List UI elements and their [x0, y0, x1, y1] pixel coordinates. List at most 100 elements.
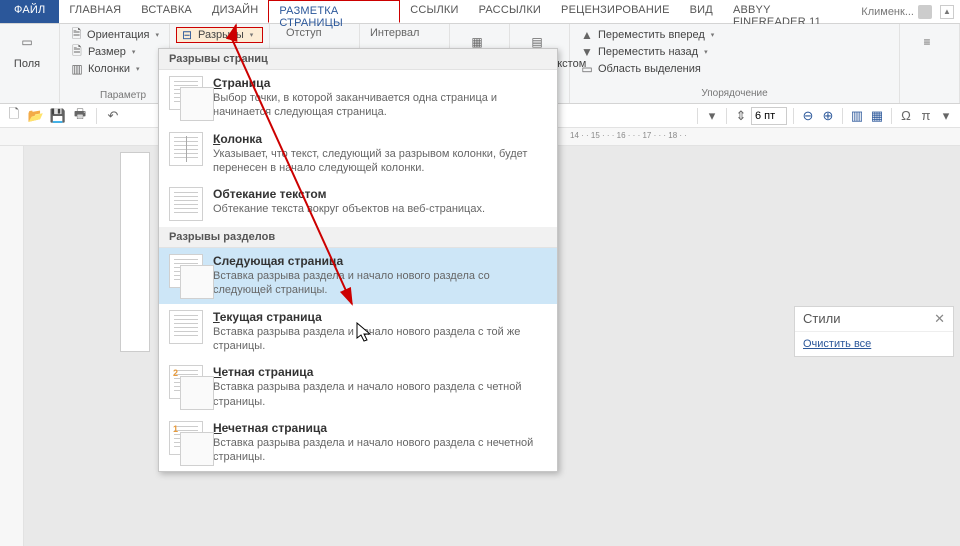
ribbon-collapse-icon[interactable]: ▲	[940, 5, 954, 19]
document-page[interactable]	[120, 152, 150, 352]
margins-icon: ▭	[13, 28, 41, 56]
styles-close-icon[interactable]: ✕	[934, 311, 945, 327]
styles-title-label: Стили	[803, 311, 840, 327]
dd-column-icon	[169, 132, 203, 166]
dd-textwrap-desc: Обтекание текста вокруг объектов на веб-…	[213, 202, 485, 216]
tab-file[interactable]: ФАЙЛ	[0, 0, 59, 23]
dd-nextpage-title: Следующая страница	[213, 254, 547, 268]
breaks-dropdown: Разрывы страниц Страница Выбор точки, в …	[158, 48, 558, 472]
avatar-icon	[918, 5, 932, 19]
ruler-ticks-label: 14 · · 15 · · · 16 · · · 17 · · · 18 · ·	[570, 131, 960, 143]
dd-page-desc: Выбор точки, в которой заканчивается одн…	[213, 91, 547, 120]
qat-zoom-out-icon[interactable]: ⊖	[800, 108, 816, 124]
margins-label: Поля	[14, 58, 40, 70]
bring-forward-label: Переместить вперед	[598, 29, 705, 41]
dd-section-page-breaks: Разрывы страниц	[159, 49, 557, 70]
spacing-before-icon: ⇕	[733, 108, 749, 124]
columns-icon: ▥	[70, 62, 84, 76]
qat-omega-icon[interactable]: Ω	[898, 108, 914, 124]
dd-column-title: Колонка	[213, 132, 547, 146]
send-backward-label: Переместить назад	[598, 46, 698, 58]
qat-separator-3	[726, 108, 727, 124]
tab-abbyy[interactable]: ABBYY FineReader 11	[723, 0, 855, 23]
dd-nextpage-icon	[169, 254, 203, 288]
styles-pane: Стили ✕ Очистить все	[794, 306, 954, 357]
qat-save-icon[interactable]: 💾	[50, 108, 66, 124]
dd-evenpage-icon: 2	[169, 365, 203, 399]
arrange-group-label: Упорядочение	[576, 88, 893, 101]
dd-continuous-icon	[169, 310, 203, 344]
align-button[interactable]: ≡	[906, 27, 948, 57]
qat-separator	[96, 108, 97, 124]
qat-separator-6	[891, 108, 892, 124]
dd-item-next-page[interactable]: Следующая страница Вставка разрыва разде…	[159, 248, 557, 304]
styles-clear-all-link[interactable]: Очистить все	[795, 332, 953, 356]
selection-pane-icon: ▭	[580, 62, 594, 76]
qat-print-icon[interactable]: 🖶	[72, 108, 88, 124]
tab-review[interactable]: РЕЦЕНЗИРОВАНИЕ	[551, 0, 680, 23]
vertical-ruler	[0, 146, 24, 546]
tab-insert[interactable]: ВСТАВКА	[131, 0, 202, 23]
selection-pane-button[interactable]: ▭ Область выделения	[576, 61, 893, 77]
size-button[interactable]: 🗎 Размер▾	[66, 44, 163, 60]
breaks-button[interactable]: ⊟ Разрывы▾	[176, 27, 263, 43]
page-setup-group-label: Параметр	[100, 90, 146, 101]
columns-button[interactable]: ▥ Колонки▾	[66, 61, 163, 77]
margins-button[interactable]: ▭ Поля	[6, 27, 48, 71]
user-name-label: Клименк...	[861, 6, 914, 18]
dd-oddpage-icon: 1	[169, 421, 203, 455]
dd-oddpage-desc: Вставка разрыва раздела и начало нового …	[213, 436, 547, 465]
qat-pi-icon[interactable]: π	[918, 108, 934, 124]
tab-design[interactable]: ДИЗАЙН	[202, 0, 268, 23]
dd-textwrap-icon	[169, 187, 203, 221]
tab-page-layout[interactable]: РАЗМЕТКА СТРАНИЦЫ	[268, 0, 400, 23]
selection-pane-label: Область выделения	[598, 63, 701, 75]
spacing-before-input[interactable]	[751, 107, 787, 125]
dd-continuous-title: Текущая страница	[213, 310, 547, 324]
dd-item-even-page[interactable]: 2 Четная страница Вставка разрыва раздел…	[159, 359, 557, 415]
size-label: Размер	[88, 46, 126, 58]
tab-references[interactable]: ССЫЛКИ	[400, 0, 468, 23]
spacing-group-label: Интервал	[366, 27, 443, 39]
dd-textwrap-title: Обтекание текстом	[213, 187, 485, 201]
qat-separator-4	[793, 108, 794, 124]
qat-separator-5	[842, 108, 843, 124]
qat-view2-icon[interactable]: ▦	[869, 108, 885, 124]
columns-label: Колонки	[88, 63, 130, 75]
dd-evenpage-title: Четная страница	[213, 365, 547, 379]
bring-forward-button[interactable]: ▲ Переместить вперед▾	[576, 27, 893, 43]
qat-view1-icon[interactable]: ▥	[849, 108, 865, 124]
tab-view[interactable]: ВИД	[680, 0, 723, 23]
dd-item-page[interactable]: Страница Выбор точки, в которой заканчив…	[159, 70, 557, 126]
breaks-label: Разрывы	[198, 29, 244, 41]
dd-nextpage-desc: Вставка разрыва раздела и начало нового …	[213, 269, 547, 298]
dd-column-desc: Указывает, что текст, следующий за разры…	[213, 147, 547, 176]
breaks-icon: ⊟	[180, 28, 194, 42]
dd-page-icon	[169, 76, 203, 110]
qat-undo-icon[interactable]: ↶	[105, 108, 121, 124]
orientation-label: Ориентация	[87, 29, 149, 41]
qat-new-icon[interactable]: 🗋	[6, 108, 22, 124]
send-backward-button[interactable]: ▼ Переместить назад▾	[576, 44, 893, 60]
qat-open-icon[interactable]: 📂	[28, 108, 44, 124]
bring-forward-icon: ▲	[580, 28, 594, 42]
dd-item-column[interactable]: Колонка Указывает, что текст, следующий …	[159, 126, 557, 182]
dd-page-title: Страница	[213, 76, 547, 90]
qat-zoom-in-icon[interactable]: ⊕	[820, 108, 836, 124]
orientation-icon: 🗎	[70, 28, 83, 42]
dd-section-section-breaks: Разрывы разделов	[159, 227, 557, 248]
tab-mailings[interactable]: РАССЫЛКИ	[469, 0, 551, 23]
dd-item-textwrap[interactable]: Обтекание текстом Обтекание текста вокру…	[159, 181, 557, 227]
dd-evenpage-desc: Вставка разрыва раздела и начало нового …	[213, 380, 547, 409]
tab-home[interactable]: ГЛАВНАЯ	[59, 0, 131, 23]
send-backward-icon: ▼	[580, 45, 594, 59]
account-user[interactable]: Клименк... ▲	[855, 0, 960, 23]
size-icon: 🗎	[70, 45, 84, 59]
dd-continuous-desc: Вставка разрыва раздела и начало нового …	[213, 325, 547, 354]
dd-oddpage-title: Нечетная страница	[213, 421, 547, 435]
qat-more-icon[interactable]: ▾	[938, 108, 954, 124]
qat-caret-icon[interactable]: ▾	[704, 108, 720, 124]
qat-separator-2	[697, 108, 698, 124]
dd-item-continuous[interactable]: Текущая страница Вставка разрыва раздела…	[159, 304, 557, 360]
dd-item-odd-page[interactable]: 1 Нечетная страница Вставка разрыва разд…	[159, 415, 557, 471]
